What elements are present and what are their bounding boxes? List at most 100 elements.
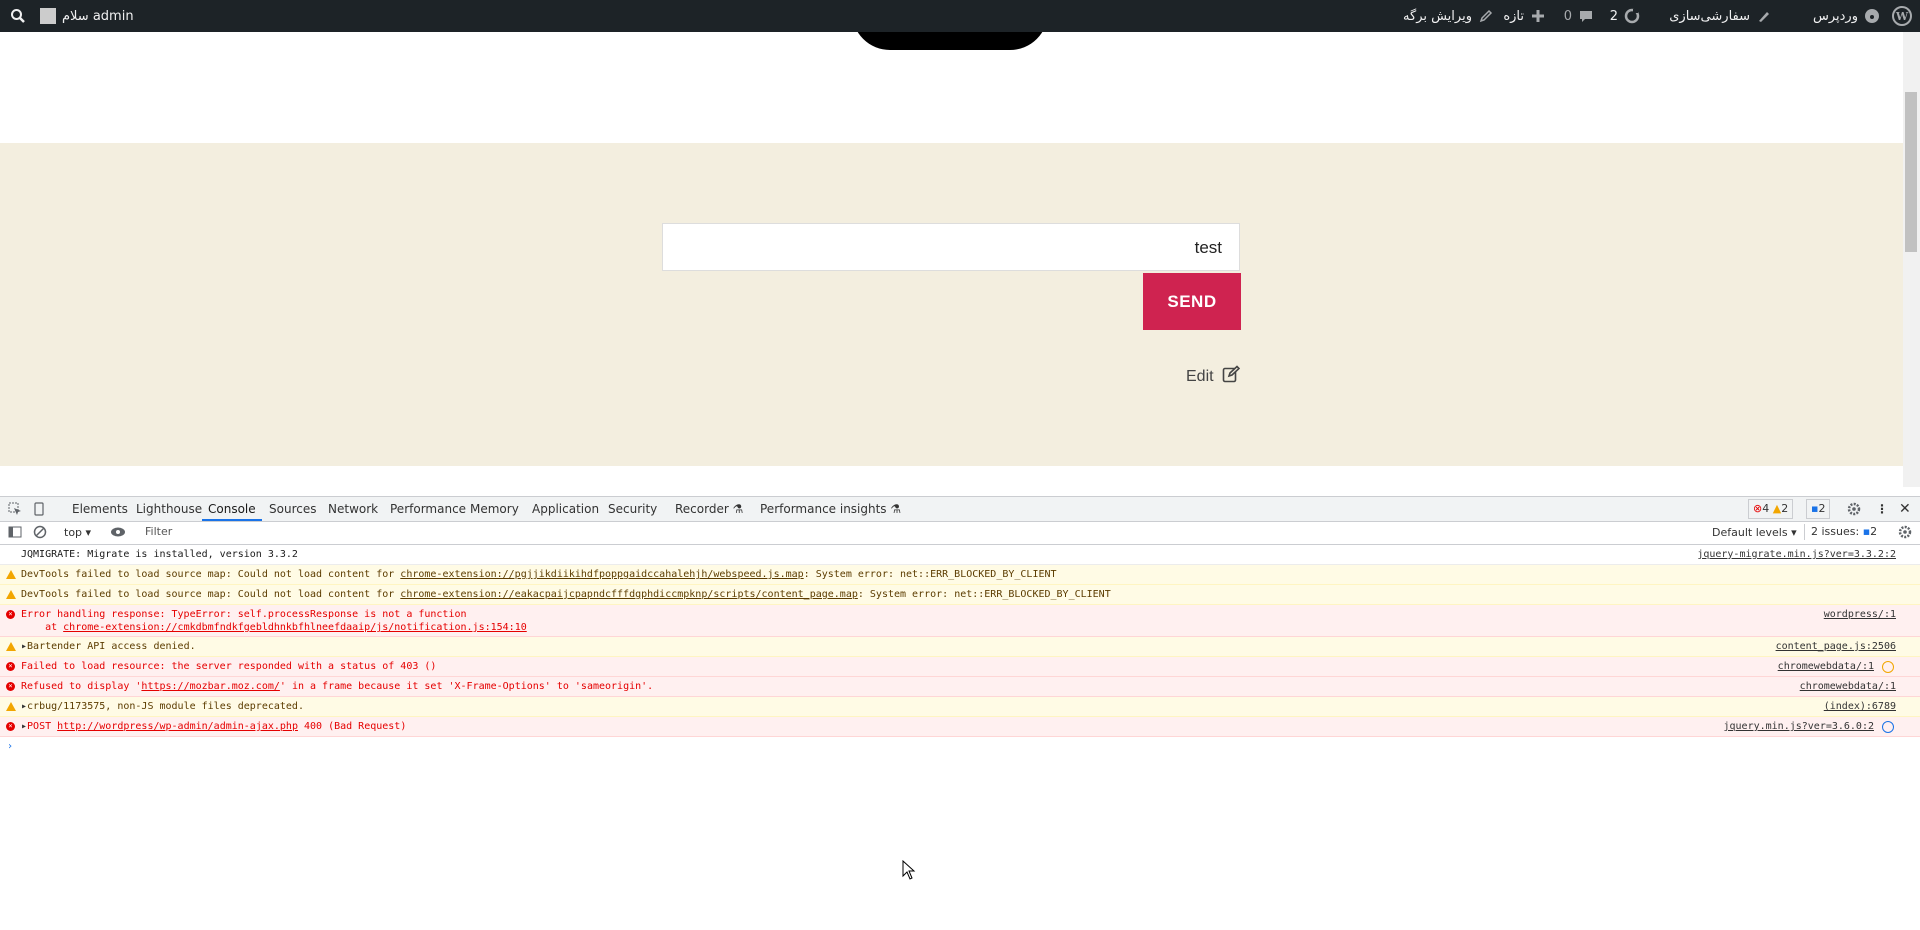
message-link[interactable]: chrome-extension://eakacpaijcpapndcfffdg… bbox=[400, 589, 858, 600]
log-levels-dropdown[interactable]: Default levels ▾ bbox=[1712, 522, 1797, 544]
message-input[interactable]: test bbox=[662, 223, 1240, 271]
updates-count: 2 bbox=[1609, 8, 1618, 24]
network-request-icon[interactable] bbox=[1882, 721, 1894, 733]
message-text: Error handling response: TypeError: self… bbox=[21, 609, 467, 620]
more-options-icon[interactable]: ⋮ bbox=[1876, 497, 1888, 521]
console-prompt[interactable]: › bbox=[0, 737, 1920, 756]
console-message: JQMIGRATE: Migrate is installed, version… bbox=[0, 545, 1920, 565]
new-content-menu[interactable]: تازه bbox=[1503, 0, 1546, 32]
message-text: ▸Bartender API access denied. bbox=[21, 637, 1896, 656]
console-message: × Error handling response: TypeError: se… bbox=[0, 605, 1920, 637]
message-link[interactable]: https://mozbar.moz.com/ bbox=[141, 681, 279, 692]
sidebar-toggle-icon[interactable] bbox=[8, 525, 22, 542]
updates-menu[interactable]: 2 bbox=[1610, 0, 1640, 32]
error-icon: ⊗ bbox=[1753, 502, 1763, 515]
error-warning-counter[interactable]: ⊗4 ▲2 bbox=[1748, 499, 1794, 519]
message-source-link[interactable]: chromewebdata/:1 bbox=[1778, 657, 1874, 676]
close-icon[interactable]: ✕ bbox=[1899, 497, 1911, 521]
error-icon: × bbox=[6, 682, 15, 691]
tab-recorder[interactable]: Recorder ⚗ bbox=[675, 497, 743, 521]
message-suffix: : System error: net::ERR_BLOCKED_BY_CLIE… bbox=[857, 589, 1111, 600]
message-counter[interactable]: ▪2 bbox=[1806, 499, 1831, 519]
plus-icon bbox=[1530, 8, 1546, 24]
search-icon[interactable] bbox=[10, 0, 26, 32]
message-body: Bartender API access denied. bbox=[27, 641, 196, 652]
issues-button[interactable]: 2 issues: ▪2 bbox=[1804, 524, 1883, 540]
console-message: DevTools failed to load source map: Coul… bbox=[0, 565, 1920, 585]
message-text: DevTools failed to load source map: Coul… bbox=[21, 565, 1896, 584]
hero-heading-fragment bbox=[852, 32, 1048, 50]
edit-link[interactable]: Edit bbox=[1186, 365, 1240, 388]
wordpress-logo-icon[interactable]: W bbox=[1892, 0, 1912, 32]
console-message: ▸Bartender API access denied. content_pa… bbox=[0, 637, 1920, 657]
message-source-link[interactable]: wordpress/:1 bbox=[1824, 605, 1896, 624]
comments-count: 0 bbox=[1563, 8, 1572, 24]
tab-application[interactable]: Application bbox=[532, 497, 599, 521]
comments-menu[interactable]: 0 bbox=[1564, 0, 1594, 32]
message-text: ▸POST http://wordpress/wp-admin/admin-aj… bbox=[21, 717, 1896, 736]
tab-sources[interactable]: Sources bbox=[269, 497, 316, 521]
console-message: × ▸POST http://wordpress/wp-admin/admin-… bbox=[0, 717, 1920, 737]
tab-elements[interactable]: Elements bbox=[72, 497, 128, 521]
live-expression-eye-icon[interactable] bbox=[110, 525, 126, 542]
svg-text:W: W bbox=[1895, 10, 1909, 23]
edit-page-menu[interactable]: ویرایش برگه bbox=[1403, 0, 1494, 32]
tab-network[interactable]: Network bbox=[328, 497, 378, 521]
console-filter-input[interactable]: Filter bbox=[139, 524, 1705, 540]
tab-console[interactable]: Console bbox=[202, 497, 262, 521]
message-link[interactable]: http://wordpress/wp-admin/admin-ajax.php bbox=[57, 721, 298, 732]
scroll-thumb[interactable] bbox=[1905, 92, 1917, 252]
settings-gear-icon[interactable] bbox=[1847, 497, 1861, 521]
message-stack-line: at chrome-extension://cmkdbmfndkfgebldhn… bbox=[21, 621, 1896, 634]
avatar bbox=[40, 8, 56, 24]
stack-link[interactable]: chrome-extension://cmkdbmfndkfgebldhnkbf… bbox=[63, 622, 527, 633]
customize-menu[interactable]: سفارشی‌سازی bbox=[1669, 0, 1772, 32]
message-body: crbug/1173575, non-JS module files depre… bbox=[27, 701, 304, 712]
tab-performance-insights-label: Performance insights bbox=[760, 502, 887, 516]
admin-bar: W وردپرس سفارشی‌سازی 2 0 تازه ویرایش برگ… bbox=[0, 0, 1920, 32]
context-selector[interactable]: top ▾ bbox=[64, 522, 91, 544]
message-suffix: : System error: net::ERR_BLOCKED_BY_CLIE… bbox=[803, 569, 1057, 580]
edit-icon bbox=[1222, 365, 1240, 388]
warning-icon bbox=[6, 642, 16, 651]
console-settings-gear-icon[interactable] bbox=[1898, 525, 1912, 542]
edit-label: Edit bbox=[1186, 367, 1214, 385]
message-source-link[interactable]: jquery-migrate.min.js?ver=3.3.2:2 bbox=[1697, 545, 1896, 564]
tab-memory[interactable]: Memory bbox=[470, 497, 519, 521]
tab-performance[interactable]: Performance bbox=[390, 497, 466, 521]
error-icon: × bbox=[6, 722, 15, 731]
tab-recorder-label: Recorder bbox=[675, 502, 729, 516]
site-name-menu[interactable]: وردپرس bbox=[1813, 0, 1880, 32]
message-prefix: POST bbox=[27, 721, 58, 732]
brush-icon bbox=[1756, 8, 1772, 24]
page-scrollbar[interactable] bbox=[1903, 32, 1920, 487]
clear-console-icon[interactable] bbox=[33, 525, 47, 542]
message-link[interactable]: chrome-extension://pgjjikdiikihdfpoppgai… bbox=[400, 569, 803, 580]
console-messages: JQMIGRATE: Migrate is installed, version… bbox=[0, 545, 1920, 756]
message-suffix: ' in a frame because it set 'X-Frame-Opt… bbox=[279, 681, 654, 692]
warning-icon bbox=[6, 590, 16, 599]
new-label: تازه bbox=[1503, 8, 1524, 24]
tab-performance-insights[interactable]: Performance insights ⚗ bbox=[760, 497, 901, 521]
send-button[interactable]: SEND bbox=[1143, 273, 1241, 330]
my-account-menu[interactable]: سلام admin bbox=[40, 0, 134, 32]
customize-label: سفارشی‌سازی bbox=[1669, 8, 1750, 24]
dashboard-icon bbox=[1864, 8, 1880, 24]
device-toolbar-icon[interactable] bbox=[32, 497, 46, 521]
chevron-down-icon: ▾ bbox=[1791, 526, 1797, 539]
message-source-link[interactable]: content_page.js:2506 bbox=[1776, 637, 1896, 656]
console-message: × Failed to load resource: the server re… bbox=[0, 657, 1920, 677]
error-count: 4 bbox=[1762, 502, 1770, 515]
tab-lighthouse[interactable]: Lighthouse bbox=[136, 497, 202, 521]
network-request-icon[interactable] bbox=[1882, 661, 1894, 673]
tab-security[interactable]: Security bbox=[608, 497, 657, 521]
message-source-link[interactable]: chromewebdata/:1 bbox=[1800, 677, 1896, 696]
message-suffix: 400 (Bad Request) bbox=[297, 721, 407, 732]
refresh-icon bbox=[1624, 8, 1640, 24]
warning-icon bbox=[6, 570, 16, 579]
inspect-element-icon[interactable] bbox=[8, 497, 22, 521]
console-message: × Refused to display 'https://mozbar.moz… bbox=[0, 677, 1920, 697]
stack-prefix: at bbox=[21, 622, 64, 633]
message-source-link[interactable]: (index):6789 bbox=[1824, 697, 1896, 716]
message-source-link[interactable]: jquery.min.js?ver=3.6.0:2 bbox=[1723, 717, 1874, 736]
